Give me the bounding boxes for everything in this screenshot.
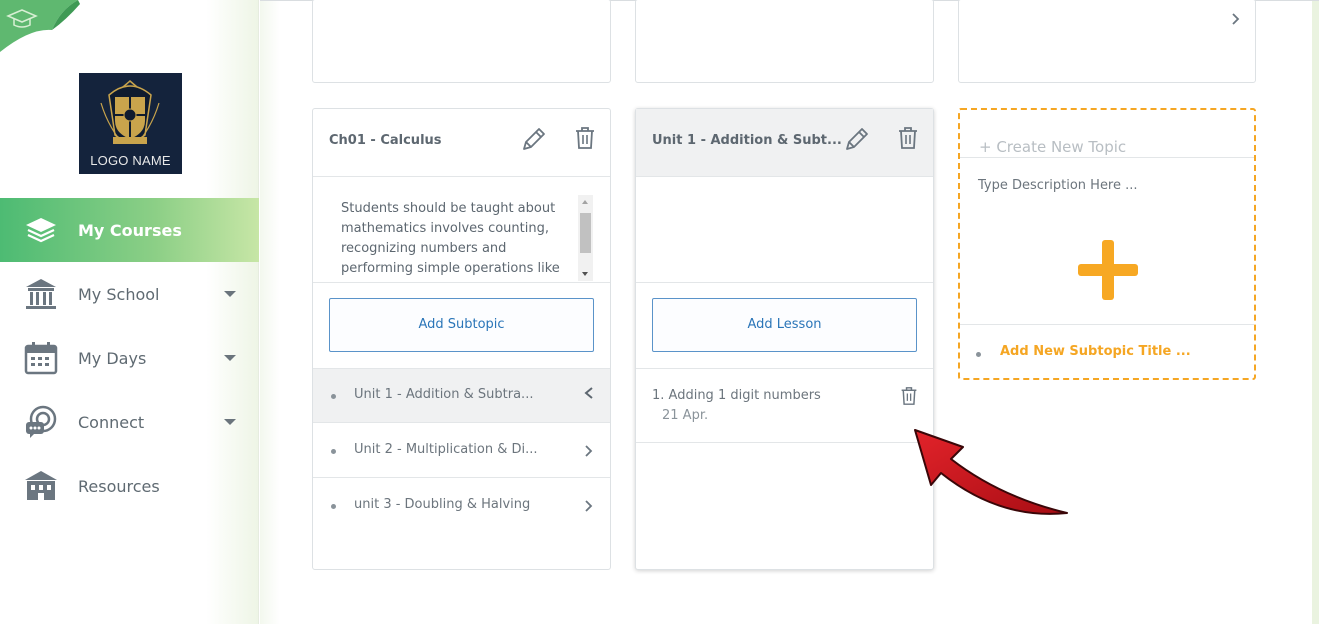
graduation-cap-icon	[0, 0, 80, 52]
sidebar: LOGO NAME My Courses My School My Days C…	[0, 0, 259, 624]
bullet-icon	[331, 449, 336, 454]
subtopic-row[interactable]: Unit 2 - Multiplication & Di...	[313, 424, 610, 478]
topic-card-partial	[312, 0, 611, 83]
trash-icon[interactable]	[897, 126, 919, 150]
lesson-title: 1. Adding 1 digit numbers	[652, 388, 821, 403]
subtopic-row[interactable]: unit 3 - Doubling & Halving	[313, 479, 610, 533]
sidebar-item-my-courses[interactable]: My Courses	[0, 198, 259, 262]
create-topic-card[interactable]: + Create New Topic Type Description Here…	[958, 108, 1256, 380]
subtopic-row[interactable]: Unit 1 - Addition & Subtra...	[313, 369, 610, 423]
crest-icon	[100, 80, 160, 144]
school-building-icon	[26, 279, 56, 309]
sidebar-item-resources[interactable]: Resources	[0, 454, 259, 518]
content-left-shade	[260, 0, 280, 624]
sidebar-item-label: Resources	[78, 476, 160, 496]
plus-icon[interactable]	[1076, 238, 1140, 302]
description-field[interactable]: Type Description Here ...	[978, 178, 1138, 193]
lesson-row[interactable]: 1. Adding 1 digit numbers 21 Apr.	[636, 369, 933, 443]
school-logo: LOGO NAME	[79, 73, 182, 174]
sidebar-item-my-days[interactable]: My Days	[0, 326, 259, 390]
chapter-card-header: Ch01 - Calculus	[313, 109, 610, 177]
subtopic-label: Unit 2 - Multiplication & Di...	[354, 442, 538, 457]
chapter-card: Ch01 - Calculus Students should be taugh…	[312, 108, 611, 570]
bullet-icon	[331, 394, 336, 399]
divider	[636, 282, 933, 283]
chapter-title: Ch01 - Calculus	[329, 133, 442, 148]
library-icon	[25, 471, 57, 500]
chevron-down-icon[interactable]	[224, 291, 236, 297]
red-arrow-annotation	[914, 429, 1068, 515]
add-subtopic-title-link[interactable]: Add New Subtopic Title ...	[1000, 344, 1191, 359]
add-lesson-button[interactable]: Add Lesson	[652, 298, 917, 352]
unit-card: Unit 1 - Addition & Subt... Add Lesson 1…	[635, 108, 934, 570]
stack-layers-icon	[26, 218, 56, 243]
chevron-down-icon[interactable]	[224, 419, 236, 425]
description-scrollbar[interactable]	[578, 195, 593, 281]
chevron-right-icon[interactable]	[1231, 12, 1241, 26]
lesson-date: 21 Apr.	[662, 408, 709, 423]
topic-card-partial	[958, 0, 1256, 83]
divider	[313, 282, 610, 283]
bullet-icon	[331, 504, 336, 509]
sidebar-item-label: My School	[78, 284, 160, 304]
trash-icon[interactable]	[900, 386, 918, 406]
pencil-edit-icon[interactable]	[518, 125, 548, 155]
chevron-left-icon[interactable]	[583, 386, 595, 400]
divider	[960, 157, 1254, 158]
trash-icon[interactable]	[574, 126, 596, 150]
sidebar-item-label: My Courses	[78, 220, 182, 240]
chevron-right-icon[interactable]	[583, 444, 595, 458]
subtopic-label: unit 3 - Doubling & Halving	[354, 497, 531, 512]
sidebar-item-label: My Days	[78, 348, 147, 368]
create-topic-title[interactable]: + Create New Topic	[979, 138, 1126, 156]
add-subtopic-button[interactable]: Add Subtopic	[329, 298, 594, 352]
sidebar-item-my-school[interactable]: My School	[0, 262, 259, 326]
content-right-shade	[1312, 0, 1319, 624]
topic-card-partial	[635, 0, 934, 83]
calendar-icon	[24, 342, 58, 375]
chapter-description: Students should be taught about mathemat…	[341, 201, 560, 276]
unit-card-header: Unit 1 - Addition & Subt...	[636, 109, 933, 177]
scroll-thumb[interactable]	[580, 213, 591, 253]
chat-connect-icon	[26, 405, 57, 438]
chevron-down-icon[interactable]	[224, 355, 236, 361]
unit-title: Unit 1 - Addition & Subt...	[652, 133, 842, 148]
chevron-right-icon[interactable]	[583, 499, 595, 513]
sidebar-item-connect[interactable]: Connect	[0, 390, 259, 454]
divider	[960, 324, 1254, 325]
subtopic-label: Unit 1 - Addition & Subtra...	[354, 387, 534, 402]
scroll-down-icon[interactable]	[582, 272, 588, 276]
logo-name-text: LOGO NAME	[90, 153, 171, 168]
pencil-edit-icon[interactable]	[841, 125, 871, 155]
sidebar-item-label: Connect	[78, 412, 145, 432]
scroll-up-icon[interactable]	[582, 200, 588, 204]
bullet-icon	[976, 352, 981, 357]
